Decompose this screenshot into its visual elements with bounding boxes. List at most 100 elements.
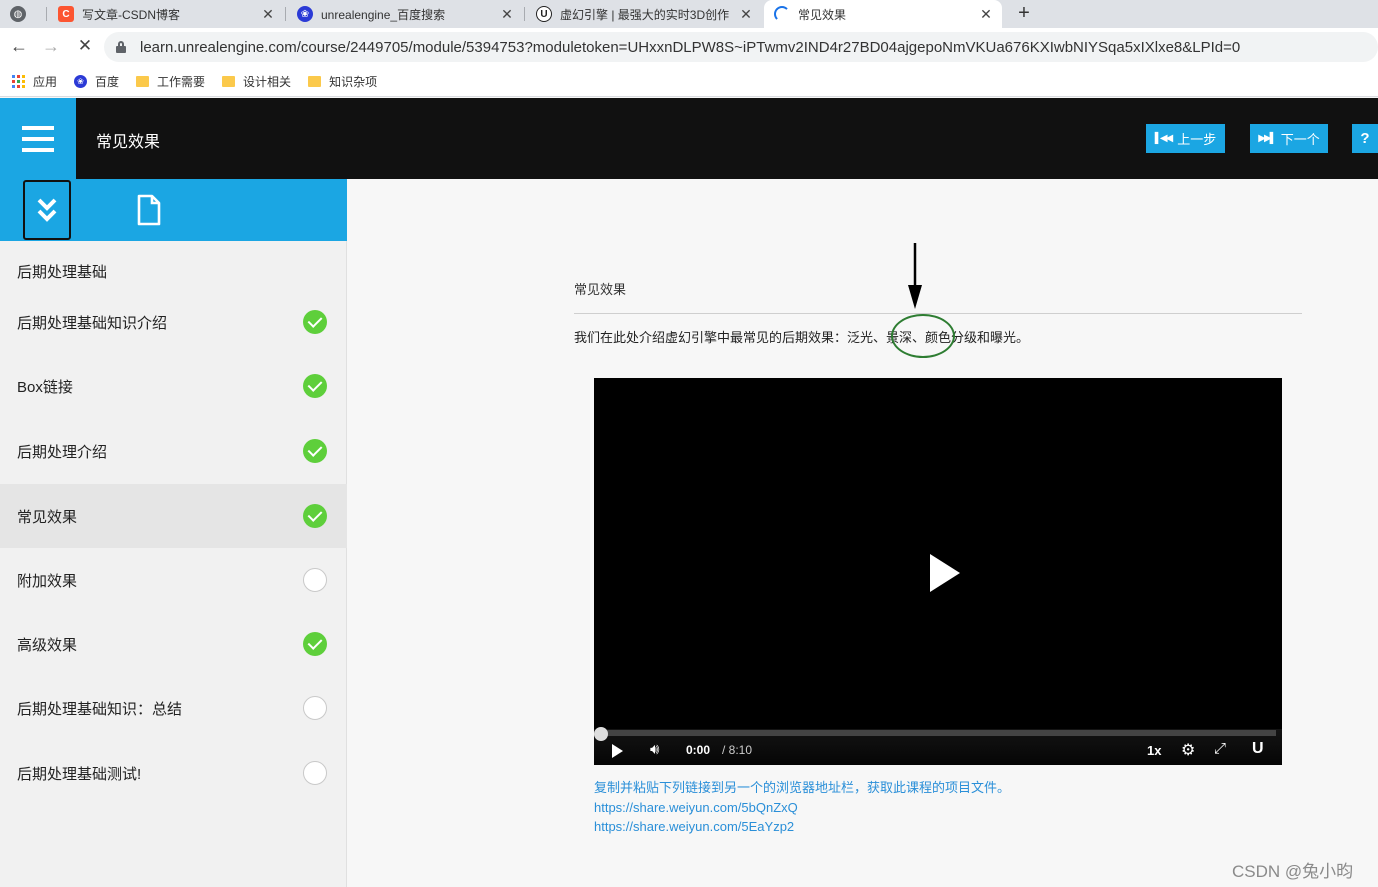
folder-icon xyxy=(136,75,150,87)
tab-separator xyxy=(46,7,47,21)
sidebar-item-advanced-effects[interactable]: 高级效果 xyxy=(0,612,347,676)
baidu-paw-icon: ❀ xyxy=(297,6,313,22)
page-title: 常见效果 xyxy=(96,134,161,151)
sidebar-item-intro[interactable]: 后期处理基础知识介绍 xyxy=(0,290,347,354)
play-icon[interactable] xyxy=(612,744,623,758)
sidebar-item-label: 后期处理介绍 xyxy=(17,443,108,461)
project-link-1[interactable]: https://share.weiyun.com/5bQnZxQ xyxy=(594,798,1010,818)
back-arrow-icon[interactable]: ← xyxy=(8,36,30,57)
collapse-chevrons-icon[interactable] xyxy=(23,180,71,240)
settings-gear-icon[interactable]: ⚙ xyxy=(1181,740,1195,760)
lesson-description: 我们在此处介绍虚幻引擎中最常见的后期效果：泛光、景深、颜色分级和曝光。 xyxy=(574,330,1030,345)
sidebar-item-summary[interactable]: 后期处理基础知识：总结 xyxy=(0,676,347,740)
forward-arrow-icon[interactable]: → xyxy=(40,36,62,57)
title-divider xyxy=(574,313,1302,314)
sidebar-item-label: 后期处理基础测试! xyxy=(17,765,142,783)
sidebar-item-label: Box链接 xyxy=(17,378,73,396)
playback-speed-button[interactable]: 1x xyxy=(1147,743,1161,758)
sidebar-item-quiz[interactable]: 后期处理基础测试! xyxy=(0,741,347,805)
fullscreen-icon[interactable]: ⤢ xyxy=(1214,740,1226,757)
tab-label: 写文章-CSDN博客 xyxy=(82,7,180,22)
help-button[interactable]: ? xyxy=(1352,124,1378,153)
bookmark-folder-knowledge[interactable]: 知识杂项 xyxy=(308,73,377,90)
new-tab-icon[interactable]: + xyxy=(1014,2,1034,25)
bookmark-folder-work[interactable]: 工作需要 xyxy=(136,73,205,90)
csdn-logo-icon: C xyxy=(58,6,74,22)
complete-check-icon xyxy=(303,504,327,528)
browser-tab-3[interactable]: U 虚幻引擎 | 最强大的实时3D创作 ✕ xyxy=(526,0,762,28)
project-files-note: 复制并粘贴下列链接到另一个的浏览器地址栏，获取此课程的项目文件。 https:/… xyxy=(594,778,1010,837)
sidebar-item-box-link[interactable]: Box链接 xyxy=(0,354,347,418)
tab-label: 常见效果 xyxy=(798,7,847,22)
annotation-highlight-circle xyxy=(891,314,955,358)
close-icon[interactable]: ✕ xyxy=(260,6,276,23)
complete-check-icon xyxy=(303,439,327,463)
next-label: 下一个 xyxy=(1280,132,1320,147)
complete-check-icon xyxy=(303,632,327,656)
bookmark-label: 工作需要 xyxy=(157,74,206,89)
browser-tab-strip: ◍ C 写文章-CSDN博客 ✕ ❀ unrealengine_百度搜索 ✕ U… xyxy=(0,0,1378,28)
next-button[interactable]: ▶▶▌ 下一个 xyxy=(1250,124,1328,153)
section-heading: 后期处理基础 xyxy=(17,264,108,281)
document-icon[interactable] xyxy=(136,194,162,226)
annotation-arrow-icon xyxy=(908,243,922,309)
apps-grid-icon xyxy=(12,74,25,88)
tab-label: unrealengine_百度搜索 xyxy=(321,7,446,22)
sidebar-item-additional-effects[interactable]: 附加效果 xyxy=(0,548,347,612)
bookmark-apps[interactable]: 应用 xyxy=(12,73,57,90)
incomplete-circle-icon xyxy=(303,761,327,785)
close-icon[interactable]: ✕ xyxy=(738,6,754,23)
browser-tab-0[interactable]: ◍ xyxy=(0,0,46,28)
tab-separator xyxy=(524,7,525,21)
sidebar-item-label: 后期处理基础知识介绍 xyxy=(17,314,168,332)
baidu-paw-icon: ❀ xyxy=(74,74,88,88)
volume-icon[interactable]: 🔊︎ xyxy=(650,741,659,758)
stop-loading-icon[interactable]: ✕ xyxy=(74,36,96,56)
close-icon[interactable]: ✕ xyxy=(499,6,515,23)
play-large-icon[interactable] xyxy=(930,554,960,592)
tab-label: 虚幻引擎 | 最强大的实时3D创作 xyxy=(560,7,730,22)
bookmark-label: 设计相关 xyxy=(243,74,292,89)
url-bar[interactable]: learn.unrealengine.com/course/2449705/mo… xyxy=(104,32,1378,62)
loading-spinner-icon xyxy=(774,6,790,22)
lock-icon xyxy=(116,41,126,53)
tab-separator xyxy=(285,7,286,21)
bookmark-baidu[interactable]: ❀ 百度 xyxy=(74,73,119,90)
browser-tab-2[interactable]: ❀ unrealengine_百度搜索 ✕ xyxy=(287,0,523,28)
incomplete-circle-icon xyxy=(303,568,327,592)
sidebar-item-label: 高级效果 xyxy=(17,636,78,654)
close-icon[interactable]: ✕ xyxy=(978,6,994,23)
progress-handle[interactable] xyxy=(594,727,608,741)
unreal-logo-icon: U xyxy=(536,6,552,22)
sidebar-item-postprocess-intro[interactable]: 后期处理介绍 xyxy=(0,419,347,483)
csdn-watermark: CSDN @兔小昀 xyxy=(1232,862,1354,881)
video-player[interactable]: 🔊︎ 0:00 / 8:10 1x ⚙ ⤢ U xyxy=(594,378,1282,765)
current-time: 0:00 xyxy=(686,743,711,757)
skip-forward-icon: ▶▶▌ xyxy=(1258,133,1277,144)
sidebar-item-common-effects[interactable]: 常见效果 xyxy=(0,484,347,548)
browser-tab-4[interactable]: 常见效果 ✕ xyxy=(764,0,1002,28)
previous-label: 上一步 xyxy=(1177,132,1217,147)
menu-hamburger-icon[interactable] xyxy=(0,98,76,179)
previous-button[interactable]: ▌◀◀ 上一步 xyxy=(1146,124,1225,153)
unreal-logo-icon[interactable]: U xyxy=(1252,740,1264,758)
course-sidebar: 后期处理基础 后期处理基础知识介绍 Box链接 后期处理介绍 常见效果 附加效果… xyxy=(0,179,347,887)
incomplete-circle-icon xyxy=(303,696,327,720)
project-link-2[interactable]: https://share.weiyun.com/5EaYzp2 xyxy=(594,817,1010,837)
video-progress-bar[interactable] xyxy=(600,730,1276,736)
browser-tab-1[interactable]: C 写文章-CSDN博客 ✕ xyxy=(48,0,284,28)
url-text: learn.unrealengine.com/course/2449705/mo… xyxy=(140,38,1241,56)
sidebar-item-label: 附加效果 xyxy=(17,572,78,590)
duration: / 8:10 xyxy=(722,743,753,757)
globe-icon: ◍ xyxy=(10,6,26,22)
bookmark-label: 知识杂项 xyxy=(329,74,378,89)
lesson-title: 常见效果 xyxy=(574,282,627,297)
course-header: 常见效果 ▌◀◀ 上一步 ▶▶▌ 下一个 ? xyxy=(0,98,1378,179)
sidebar-item-label: 后期处理基础知识：总结 xyxy=(17,700,183,718)
bookmark-label: 应用 xyxy=(33,74,58,89)
folder-icon xyxy=(222,75,236,87)
skip-back-icon: ▌◀◀ xyxy=(1154,133,1174,144)
bookmark-folder-design[interactable]: 设计相关 xyxy=(222,73,291,90)
address-toolbar: ← → ✕ learn.unrealengine.com/course/2449… xyxy=(0,28,1378,66)
complete-check-icon xyxy=(303,310,327,334)
